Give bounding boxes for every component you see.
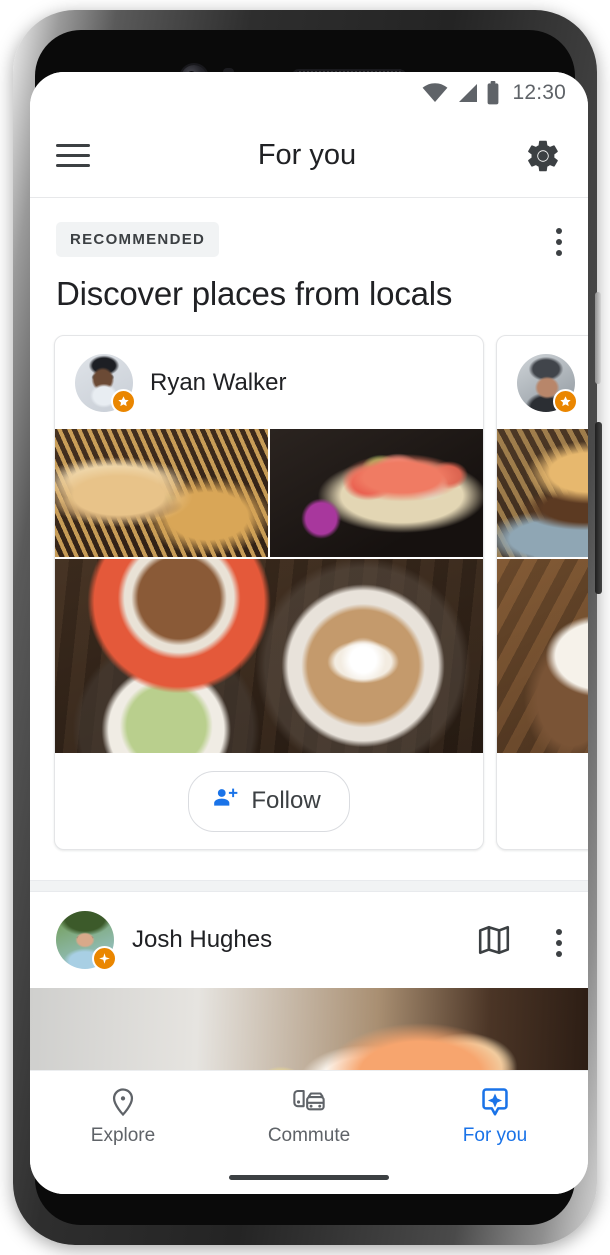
local-guides-carousel[interactable]: Ryan Walker Follow xyxy=(30,335,588,850)
power-button[interactable] xyxy=(595,292,601,384)
local-guide-star-badge xyxy=(111,388,136,414)
wifi-icon xyxy=(422,83,448,103)
avatar[interactable] xyxy=(75,353,136,414)
gear-icon[interactable] xyxy=(524,137,562,175)
nav-item-commute[interactable]: Commute xyxy=(216,1085,402,1147)
feed-item-author-name: Josh Hughes xyxy=(132,926,273,953)
photo-burger-and-fries[interactable] xyxy=(55,429,268,557)
card-footer: Follow xyxy=(55,753,483,849)
photo-grid[interactable] xyxy=(55,429,483,753)
map-icon[interactable] xyxy=(476,922,512,958)
card-header xyxy=(497,336,588,429)
section-divider xyxy=(30,880,588,892)
nav-item-label: Explore xyxy=(90,1124,156,1146)
photo-salmon-sashimi[interactable] xyxy=(30,988,588,1070)
person-add-icon xyxy=(212,785,238,818)
section-header: RECOMMENDED xyxy=(30,198,588,257)
app-bar: For you xyxy=(30,114,588,198)
status-bar: 12:30 xyxy=(30,72,588,114)
nav-item-explore[interactable]: Explore xyxy=(30,1085,216,1147)
status-badge: RECOMMENDED xyxy=(56,222,220,257)
screenshot-root: 12:30 For you RECOMMENDED Discover place… xyxy=(0,0,610,1255)
feed-scroll-area[interactable]: RECOMMENDED Discover places from locals xyxy=(30,198,588,1070)
more-vert-icon[interactable] xyxy=(556,222,562,256)
cellular-signal-icon xyxy=(456,83,478,103)
commute-bus-car-icon xyxy=(292,1085,326,1119)
for-you-sparkle-icon xyxy=(479,1085,511,1119)
photo-drink-closeup[interactable] xyxy=(497,559,588,753)
local-guide-card[interactable]: Ryan Walker Follow xyxy=(54,335,484,850)
nav-item-label: Commute xyxy=(267,1124,351,1146)
bottom-navigation-bar: Explore Commute For you xyxy=(30,1070,588,1160)
local-guide-card[interactable] xyxy=(496,335,588,850)
photo-fried-chicken-burger[interactable] xyxy=(497,429,588,557)
page-title: For you xyxy=(257,139,357,171)
card-header: Ryan Walker xyxy=(55,336,483,429)
card-footer xyxy=(497,753,588,849)
nav-item-label: For you xyxy=(462,1124,528,1146)
place-pin-icon xyxy=(107,1085,139,1119)
local-guide-sparkle-badge xyxy=(92,946,117,971)
follow-button[interactable]: Follow xyxy=(188,770,350,832)
more-vert-icon[interactable] xyxy=(556,923,562,957)
battery-icon xyxy=(486,81,500,105)
photo-grid[interactable] xyxy=(497,429,588,753)
follow-button-label: Follow xyxy=(251,787,321,814)
status-bar-clock: 12:30 xyxy=(512,81,566,104)
feed-item-header: Josh Hughes xyxy=(30,892,588,988)
home-gesture-indicator[interactable] xyxy=(30,1160,588,1194)
photo-sushi-boat[interactable] xyxy=(270,429,483,557)
avatar[interactable] xyxy=(56,911,117,971)
volume-rocker-button[interactable] xyxy=(595,422,602,594)
photo-coffee-latte-matcha[interactable] xyxy=(55,559,483,753)
hamburger-menu-icon[interactable] xyxy=(56,144,90,167)
avatar[interactable] xyxy=(517,353,578,414)
local-guide-star-badge xyxy=(553,388,578,414)
nav-item-for-you[interactable]: For you xyxy=(402,1085,588,1147)
section-title: Discover places from locals xyxy=(56,275,453,312)
card-author-name: Ryan Walker xyxy=(150,368,287,396)
phone-screen: 12:30 For you RECOMMENDED Discover place… xyxy=(30,72,588,1194)
